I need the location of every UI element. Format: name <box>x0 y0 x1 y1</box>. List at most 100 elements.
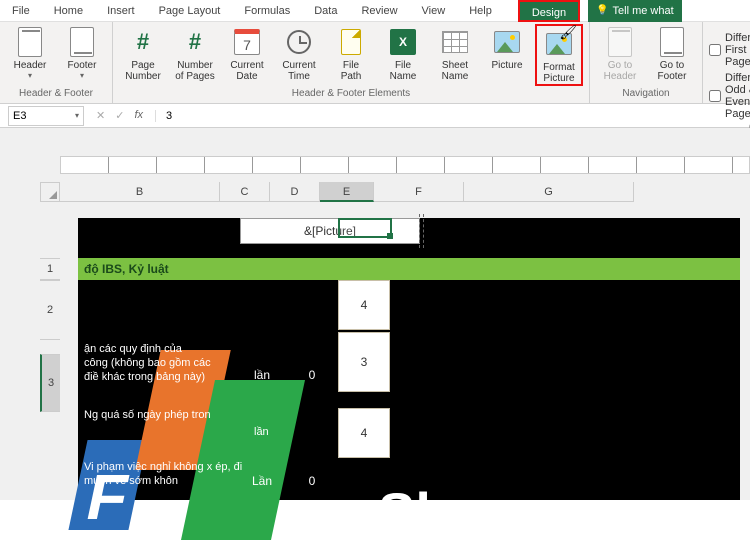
page-number-label: Page Number <box>125 60 161 82</box>
go-footer-icon <box>656 26 688 58</box>
row-2[interactable]: 2 <box>40 280 60 340</box>
ribbon: Header ▾ Footer ▾ Header & Footer # Page… <box>0 22 750 104</box>
enter-icon: ✓ <box>115 109 124 122</box>
first-page-input[interactable] <box>709 44 721 56</box>
file-name-button[interactable]: X File Name <box>379 24 427 86</box>
tell-me-search[interactable]: Tell me what <box>588 0 682 22</box>
page-number-button[interactable]: # Page Number <box>119 24 167 86</box>
current-date-button[interactable]: Current Date <box>223 24 271 86</box>
col-c[interactable]: C <box>220 182 270 202</box>
file-path-icon <box>335 26 367 58</box>
header-icon <box>14 26 46 58</box>
different-odd-even-checkbox[interactable]: Different Odd & Even Page <box>709 70 750 122</box>
watermark-text: Shon <box>378 480 518 545</box>
file-path-button[interactable]: File Path <box>327 24 375 86</box>
col-g[interactable]: G <box>464 182 634 202</box>
row-3[interactable]: 3 <box>40 354 60 412</box>
picture-icon <box>491 26 523 58</box>
file-name-icon: X <box>387 26 419 58</box>
sheet-name-icon <box>439 26 471 58</box>
select-all-triangle[interactable] <box>40 182 60 202</box>
go-header-label: Go to Header <box>604 60 637 82</box>
group-options: Different First Page Different Odd & Eve… <box>703 22 750 103</box>
first-page-label: Different First Page <box>725 32 750 68</box>
formula-controls: ✕ ✓ fx <box>84 109 155 122</box>
group-label-hf: Header & Footer <box>6 88 106 101</box>
formula-bar: E3 ✕ ✓ fx 3 <box>0 104 750 128</box>
group-header-footer: Header ▾ Footer ▾ Header & Footer <box>0 22 113 103</box>
go-to-footer-button[interactable]: Go to Footer <box>648 24 696 82</box>
time-label: Current Time <box>282 60 315 82</box>
format-picture-label: Format Picture <box>543 62 575 84</box>
formula-value[interactable]: 3 <box>155 110 172 122</box>
go-footer-label: Go to Footer <box>658 60 687 82</box>
odd-even-label: Different Odd & Even Page <box>725 72 750 120</box>
footer-label: Footer <box>68 60 97 71</box>
tab-formulas[interactable]: Formulas <box>232 0 302 22</box>
text-block-3: Vi phạm việc nghỉ không x ép, đi muộn về… <box>84 460 264 488</box>
group-label-nav: Navigation <box>596 88 696 101</box>
text-block-1: ận các quy định của công (không bao gồm … <box>84 342 254 384</box>
row-headers: 1 2 3 <box>40 258 60 412</box>
group-label-elem: Header & Footer Elements <box>119 88 583 101</box>
sheet-name-button[interactable]: Sheet Name <box>431 24 479 86</box>
active-cell[interactable] <box>338 218 392 238</box>
footer-icon <box>66 26 98 58</box>
file-path-label: File Path <box>341 60 362 82</box>
title-row: độ IBS, Kỷ luật <box>78 258 740 280</box>
tab-help[interactable]: Help <box>457 0 504 22</box>
tab-view[interactable]: View <box>410 0 458 22</box>
tab-home[interactable]: Home <box>42 0 95 22</box>
header-button[interactable]: Header ▾ <box>6 24 54 80</box>
page-number-icon: # <box>127 26 159 58</box>
horizontal-ruler <box>60 156 750 174</box>
row-1[interactable]: 1 <box>40 258 60 280</box>
header-label: Header <box>14 60 47 71</box>
cell-d4: 0 <box>288 470 336 492</box>
col-f[interactable]: F <box>374 182 464 202</box>
date-icon <box>231 26 263 58</box>
cell-d2: 0 <box>288 354 336 396</box>
tab-design[interactable]: Design <box>518 0 580 22</box>
cancel-icon: ✕ <box>96 109 105 122</box>
different-first-page-checkbox[interactable]: Different First Page <box>709 30 750 70</box>
tab-review[interactable]: Review <box>349 0 409 22</box>
odd-even-input[interactable] <box>709 90 721 102</box>
name-box[interactable]: E3 <box>8 106 84 126</box>
time-icon <box>283 26 315 58</box>
col-e[interactable]: E <box>320 182 374 202</box>
picture-button[interactable]: Picture <box>483 24 531 86</box>
go-header-icon <box>604 26 636 58</box>
cell-e1: 4 <box>338 280 390 330</box>
cell-c2: lần <box>238 354 286 396</box>
group-navigation: Go to Header Go to Footer Navigation <box>590 22 703 103</box>
sheet-content[interactable]: &[Picture] độ IBS, Kỷ luật F Shon ận các… <box>78 218 740 500</box>
column-headers: B C D E F G <box>60 182 750 202</box>
cell-e3: 4 <box>338 408 390 458</box>
col-b[interactable]: B <box>60 182 220 202</box>
header-placeholder[interactable]: &[Picture] <box>240 218 420 244</box>
format-picture-button[interactable]: 🖌 Format Picture <box>535 24 583 86</box>
col-d[interactable]: D <box>270 182 320 202</box>
text-block-2: Ng quá số ngày phép tron <box>84 408 254 422</box>
footer-button[interactable]: Footer ▾ <box>58 24 106 80</box>
tab-data[interactable]: Data <box>302 0 349 22</box>
go-to-header-button: Go to Header <box>596 24 644 82</box>
number-pages-icon: # <box>179 26 211 58</box>
fx-icon[interactable]: fx <box>134 109 143 122</box>
tab-bar: File Home Insert Page Layout Formulas Da… <box>0 0 750 22</box>
format-picture-icon: 🖌 <box>543 28 575 60</box>
tab-insert[interactable]: Insert <box>95 0 147 22</box>
number-pages-label: Number of Pages <box>175 60 214 82</box>
number-of-pages-button[interactable]: # Number of Pages <box>171 24 219 86</box>
file-name-label: File Name <box>390 60 417 82</box>
group-elements: # Page Number # Number of Pages Current … <box>113 22 590 103</box>
cell-c4: Lần <box>238 470 286 492</box>
tab-file[interactable]: File <box>0 0 42 22</box>
sheet-name-label: Sheet Name <box>442 60 469 82</box>
cell-c3b: lần <box>254 425 269 439</box>
ghost-text: Dựa theo <box>428 541 474 553</box>
current-time-button[interactable]: Current Time <box>275 24 323 86</box>
tab-page-layout[interactable]: Page Layout <box>147 0 233 22</box>
cell-e2: 3 <box>338 332 390 392</box>
